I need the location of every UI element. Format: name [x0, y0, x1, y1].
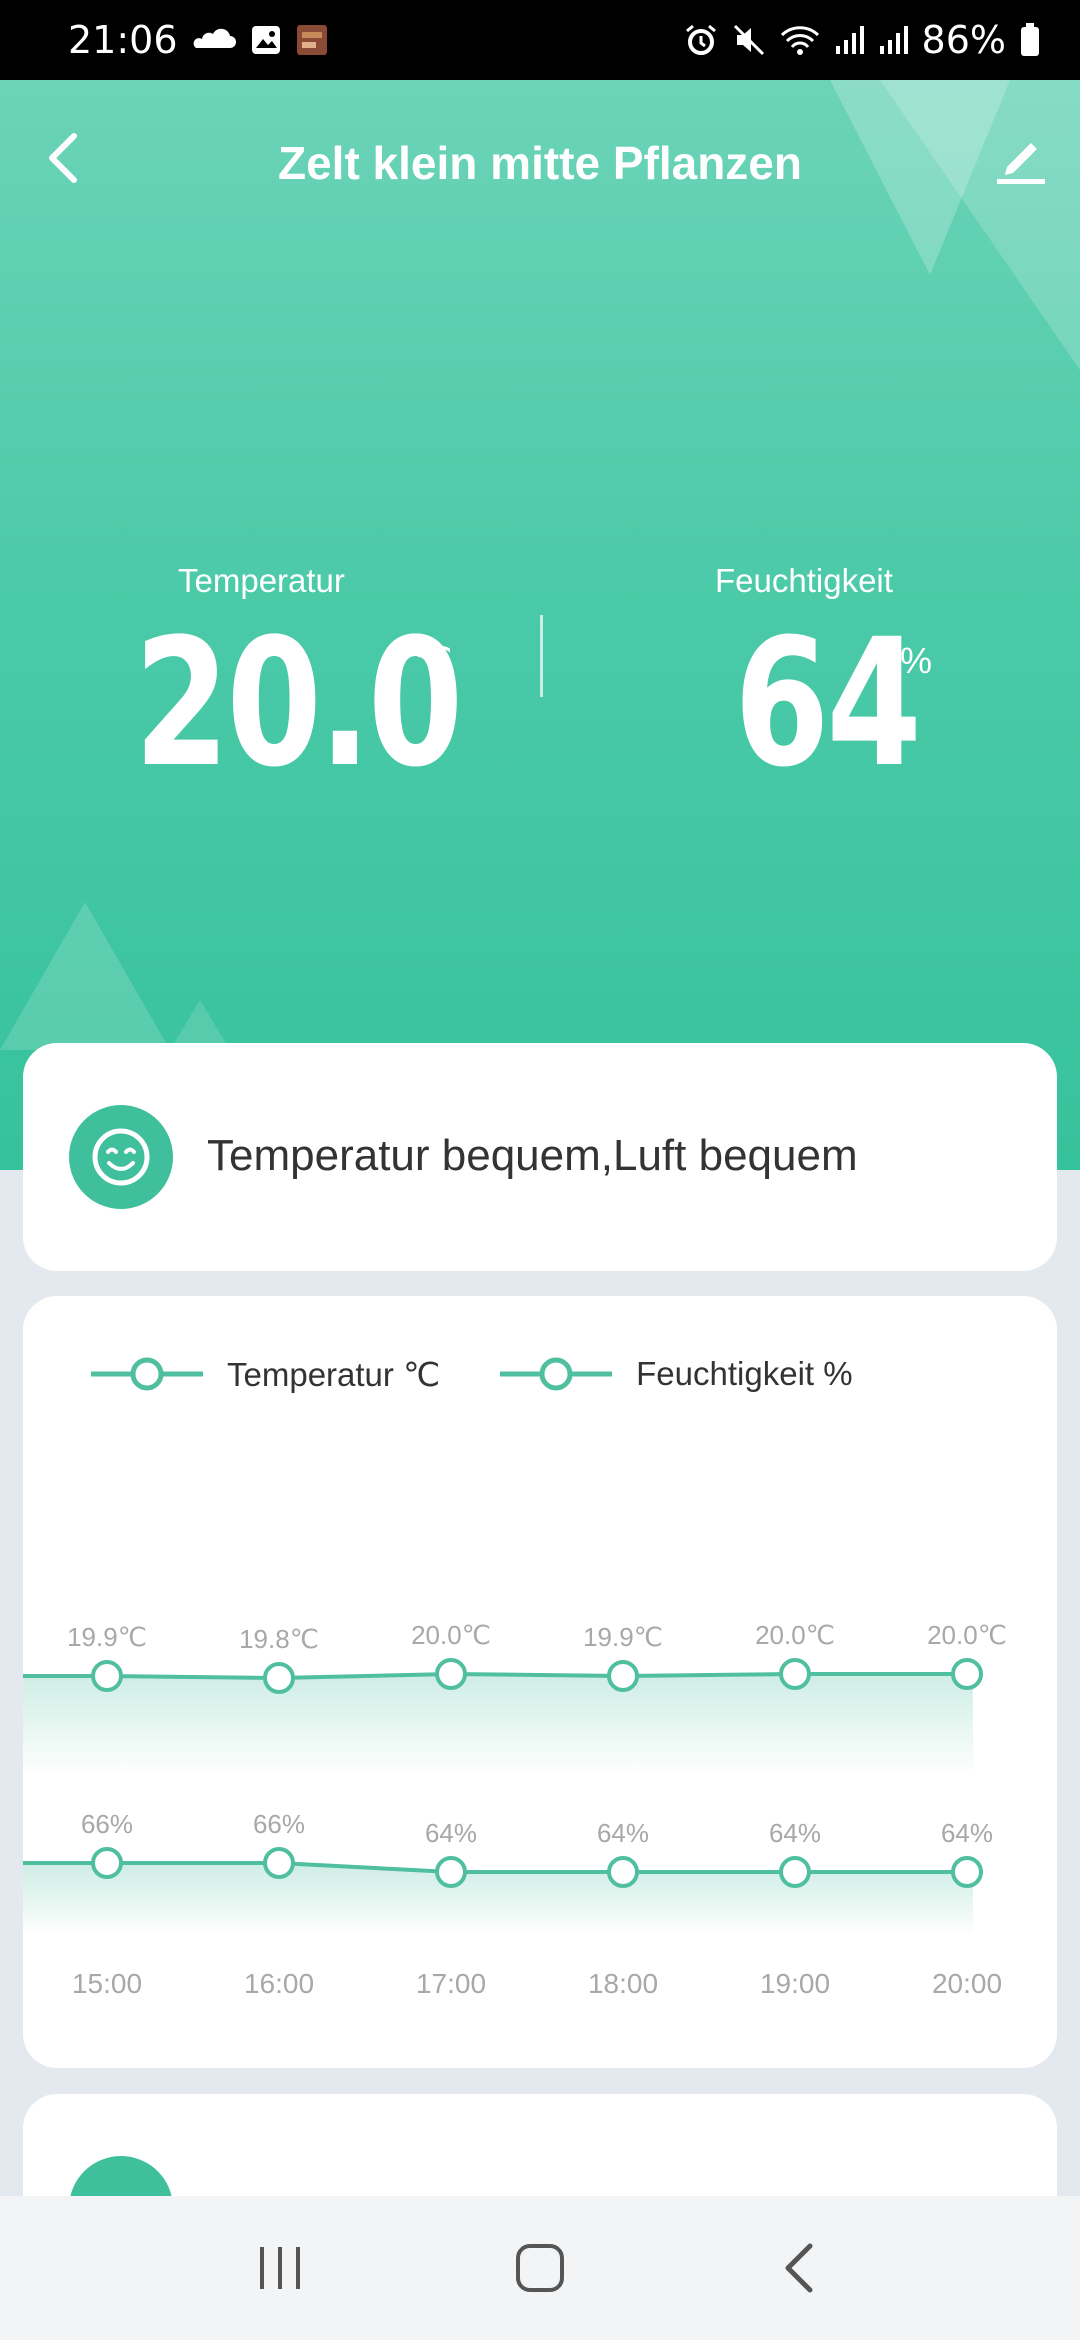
app-thumbnail-icon — [296, 24, 328, 56]
temperature-point — [263, 1662, 295, 1694]
temperature-data-label: 19.8℃ — [239, 1624, 319, 1654]
back-button[interactable] — [36, 130, 92, 186]
history-line-chart[interactable]: 19.9℃ 19.8℃ 20.0℃ 19.9℃ 20.0℃ 20.0℃ 66% 66% 64% 6… — [23, 1296, 1057, 2068]
temperature-point — [779, 1658, 811, 1690]
status-time: 21:06 — [68, 18, 178, 62]
temperature-unit: ℃ — [412, 640, 453, 681]
system-navigation-bar — [0, 2196, 1080, 2340]
battery-icon — [1020, 23, 1040, 57]
temperature-point — [435, 1658, 467, 1690]
smiley-face-icon — [69, 1105, 173, 1209]
status-left: 21:06 — [68, 18, 328, 62]
temperature-area — [23, 1674, 973, 1776]
humidity-unit: % — [900, 640, 933, 681]
humidity-data-label: 64% — [425, 1818, 477, 1848]
back-arrow-icon — [49, 133, 77, 183]
mute-icon — [732, 23, 766, 57]
status-bar: 21:06 86% — [0, 0, 1080, 80]
x-axis-tick-label: 17:00 — [416, 1968, 486, 1999]
humidity-point — [435, 1856, 467, 1888]
home-button[interactable] — [500, 2228, 580, 2308]
comfort-status-text: Temperatur bequem,Luft bequem — [207, 1131, 858, 1180]
signal-icon — [834, 24, 864, 56]
humidity-value: 64 — [734, 601, 922, 806]
edit-pencil-icon — [997, 143, 1045, 184]
x-axis-tick-label: 18:00 — [588, 1968, 658, 1999]
temperature-data-label: 19.9℃ — [583, 1622, 663, 1652]
nav-back-icon — [785, 2243, 813, 2293]
temperature-data-label: 20.0℃ — [755, 1620, 835, 1650]
nav-back-button[interactable] — [760, 2228, 840, 2308]
battery-percentage: 86% — [921, 18, 1006, 62]
home-icon — [516, 2244, 564, 2292]
temperature-point — [91, 1660, 123, 1692]
x-axis-tick-label: 15:00 — [72, 1968, 142, 1999]
temperature-data-label: 20.0℃ — [927, 1620, 1007, 1650]
comfort-card: Temperatur bequem,Luft bequem — [23, 1043, 1057, 1271]
x-axis-tick-label: 19:00 — [760, 1968, 830, 1999]
temperature-data-label: 19.9℃ — [67, 1622, 147, 1652]
gallery-icon — [250, 24, 282, 56]
humidity-data-label: 66% — [81, 1809, 133, 1839]
wifi-icon — [780, 23, 820, 57]
humidity-point — [91, 1847, 123, 1879]
humidity-data-label: 64% — [597, 1818, 649, 1848]
temperature-data-label: 20.0℃ — [411, 1620, 491, 1650]
status-right: 86% — [684, 18, 1040, 62]
humidity-data-label: 66% — [253, 1809, 305, 1839]
page-title: Zelt klein mitte Pflanzen — [278, 137, 802, 189]
humidity-point — [779, 1856, 811, 1888]
humidity-point — [951, 1856, 983, 1888]
history-chart-card: Temperatur ℃ Feuchtigkeit % 19.9℃ 19.8℃ 20… — [23, 1296, 1057, 2068]
x-axis-tick-label: 16:00 — [244, 1968, 314, 1999]
recents-icon — [260, 2247, 300, 2289]
x-axis-tick-label: 20:00 — [932, 1968, 1002, 1999]
humidity-point — [607, 1856, 639, 1888]
decorative-mountains-top — [830, 80, 1080, 370]
signal-icon — [878, 24, 908, 56]
humidity-point — [263, 1847, 295, 1879]
cloud-icon — [192, 28, 236, 52]
edit-button[interactable] — [990, 128, 1052, 190]
recents-button[interactable] — [240, 2228, 320, 2308]
alarm-icon — [684, 23, 718, 57]
humidity-label: Feuchtigkeit — [715, 562, 893, 599]
temperature-label: Temperatur — [178, 562, 345, 599]
temperature-point — [607, 1660, 639, 1692]
header-hero: Zelt klein mitte Pflanzen Temperatur 20.… — [0, 80, 1080, 1170]
temperature-point — [951, 1658, 983, 1690]
humidity-data-label: 64% — [941, 1818, 993, 1848]
readings-divider — [540, 615, 543, 697]
humidity-data-label: 64% — [769, 1818, 821, 1848]
